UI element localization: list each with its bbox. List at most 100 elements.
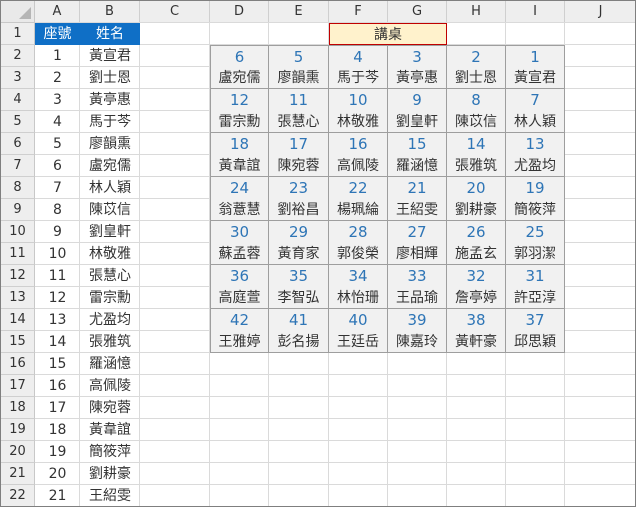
seat-number-cell[interactable]: 21 <box>388 177 447 199</box>
roster-no-cell[interactable]: 5 <box>35 133 80 155</box>
seat-number-cell[interactable]: 9 <box>388 89 447 111</box>
column-header-b[interactable]: B <box>80 1 140 23</box>
column-header-f[interactable]: F <box>329 1 388 23</box>
roster-name-cell[interactable]: 廖韻熏 <box>80 133 140 155</box>
row-header-6[interactable]: 6 <box>1 133 35 155</box>
seat-number-cell[interactable]: 37 <box>506 309 565 331</box>
seat-number-cell[interactable]: 30 <box>210 221 269 243</box>
roster-name-cell[interactable]: 劉皇軒 <box>80 221 140 243</box>
roster-no-cell[interactable]: 19 <box>35 441 80 463</box>
roster-no-cell[interactable]: 7 <box>35 177 80 199</box>
seat-name-cell[interactable]: 邱思穎 <box>506 331 565 353</box>
row-header-2[interactable]: 2 <box>1 45 35 67</box>
roster-name-cell[interactable]: 高佩陵 <box>80 375 140 397</box>
seat-name-cell[interactable]: 劉士恩 <box>447 67 506 89</box>
seat-name-cell[interactable]: 黃宣君 <box>506 67 565 89</box>
seat-number-cell[interactable]: 31 <box>506 265 565 287</box>
roster-header-no[interactable]: 座號 <box>35 23 80 45</box>
roster-name-cell[interactable]: 黃亭惠 <box>80 89 140 111</box>
column-header-c[interactable]: C <box>140 1 210 23</box>
seat-name-cell[interactable]: 尤盈均 <box>506 155 565 177</box>
seat-name-cell[interactable]: 施孟玄 <box>447 243 506 265</box>
seat-number-cell[interactable]: 27 <box>388 221 447 243</box>
seat-number-cell[interactable]: 33 <box>388 265 447 287</box>
roster-no-cell[interactable]: 6 <box>35 155 80 177</box>
seat-number-cell[interactable]: 28 <box>329 221 388 243</box>
roster-name-cell[interactable]: 劉士恩 <box>80 67 140 89</box>
seat-number-cell[interactable]: 3 <box>388 45 447 67</box>
roster-no-cell[interactable]: 1 <box>35 45 80 67</box>
row-header-20[interactable]: 20 <box>1 441 35 463</box>
roster-no-cell[interactable]: 18 <box>35 419 80 441</box>
row-header-18[interactable]: 18 <box>1 397 35 419</box>
seat-name-cell[interactable]: 張慧心 <box>269 111 329 133</box>
seat-name-cell[interactable]: 廖相輝 <box>388 243 447 265</box>
roster-name-cell[interactable]: 劉耕豪 <box>80 463 140 485</box>
seat-number-cell[interactable]: 18 <box>210 133 269 155</box>
row-header-3[interactable]: 3 <box>1 67 35 89</box>
seat-name-cell[interactable]: 高佩陵 <box>329 155 388 177</box>
row-header-11[interactable]: 11 <box>1 243 35 265</box>
roster-name-cell[interactable]: 陳宛蓉 <box>80 397 140 419</box>
seat-name-cell[interactable]: 翁薏慧 <box>210 199 269 221</box>
roster-name-cell[interactable]: 簡筱萍 <box>80 441 140 463</box>
seat-number-cell[interactable]: 16 <box>329 133 388 155</box>
seat-name-cell[interactable]: 林怡珊 <box>329 287 388 309</box>
column-header-i[interactable]: I <box>506 1 565 23</box>
seat-number-cell[interactable]: 40 <box>329 309 388 331</box>
seat-number-cell[interactable]: 10 <box>329 89 388 111</box>
seat-number-cell[interactable]: 8 <box>447 89 506 111</box>
seat-number-cell[interactable]: 25 <box>506 221 565 243</box>
roster-name-cell[interactable]: 黃宣君 <box>80 45 140 67</box>
row-header-16[interactable]: 16 <box>1 353 35 375</box>
seat-number-cell[interactable]: 17 <box>269 133 329 155</box>
seat-name-cell[interactable]: 張雅筑 <box>447 155 506 177</box>
row-header-12[interactable]: 12 <box>1 265 35 287</box>
roster-no-cell[interactable]: 13 <box>35 309 80 331</box>
seat-name-cell[interactable]: 雷宗勳 <box>210 111 269 133</box>
seat-name-cell[interactable]: 陳嘉玲 <box>388 331 447 353</box>
seat-name-cell[interactable]: 楊珮綸 <box>329 199 388 221</box>
column-header-j[interactable]: J <box>565 1 635 23</box>
roster-name-cell[interactable]: 尤盈均 <box>80 309 140 331</box>
seat-number-cell[interactable]: 35 <box>269 265 329 287</box>
podium-cell[interactable]: 講桌 <box>329 23 447 45</box>
seat-number-cell[interactable]: 26 <box>447 221 506 243</box>
seat-name-cell[interactable]: 羅涵憶 <box>388 155 447 177</box>
roster-header-name[interactable]: 姓名 <box>80 23 140 45</box>
seat-name-cell[interactable]: 王紹雯 <box>388 199 447 221</box>
seat-name-cell[interactable]: 馬于芩 <box>329 67 388 89</box>
seat-name-cell[interactable]: 林人穎 <box>506 111 565 133</box>
seat-name-cell[interactable]: 黃韋誼 <box>210 155 269 177</box>
roster-no-cell[interactable]: 3 <box>35 89 80 111</box>
row-header-5[interactable]: 5 <box>1 111 35 133</box>
roster-no-cell[interactable]: 16 <box>35 375 80 397</box>
row-header-4[interactable]: 4 <box>1 89 35 111</box>
roster-name-cell[interactable]: 羅涵憶 <box>80 353 140 375</box>
seat-name-cell[interactable]: 簡筱萍 <box>506 199 565 221</box>
roster-no-cell[interactable]: 15 <box>35 353 80 375</box>
seat-number-cell[interactable]: 36 <box>210 265 269 287</box>
roster-no-cell[interactable]: 20 <box>35 463 80 485</box>
seat-number-cell[interactable]: 14 <box>447 133 506 155</box>
row-header-9[interactable]: 9 <box>1 199 35 221</box>
roster-name-cell[interactable]: 盧宛儒 <box>80 155 140 177</box>
seat-name-cell[interactable]: 彭名揚 <box>269 331 329 353</box>
seat-name-cell[interactable]: 陳苡信 <box>447 111 506 133</box>
seat-name-cell[interactable]: 郭羽潔 <box>506 243 565 265</box>
roster-no-cell[interactable]: 10 <box>35 243 80 265</box>
seat-name-cell[interactable]: 陳宛蓉 <box>269 155 329 177</box>
column-header-d[interactable]: D <box>210 1 269 23</box>
seat-number-cell[interactable]: 2 <box>447 45 506 67</box>
row-header-17[interactable]: 17 <box>1 375 35 397</box>
seat-number-cell[interactable]: 20 <box>447 177 506 199</box>
roster-name-cell[interactable]: 林人穎 <box>80 177 140 199</box>
seat-number-cell[interactable]: 24 <box>210 177 269 199</box>
seat-number-cell[interactable]: 1 <box>506 45 565 67</box>
seat-name-cell[interactable]: 詹亭婷 <box>447 287 506 309</box>
roster-name-cell[interactable]: 馬于芩 <box>80 111 140 133</box>
select-all-corner[interactable] <box>1 1 35 23</box>
row-header-19[interactable]: 19 <box>1 419 35 441</box>
roster-no-cell[interactable]: 8 <box>35 199 80 221</box>
row-header-7[interactable]: 7 <box>1 155 35 177</box>
